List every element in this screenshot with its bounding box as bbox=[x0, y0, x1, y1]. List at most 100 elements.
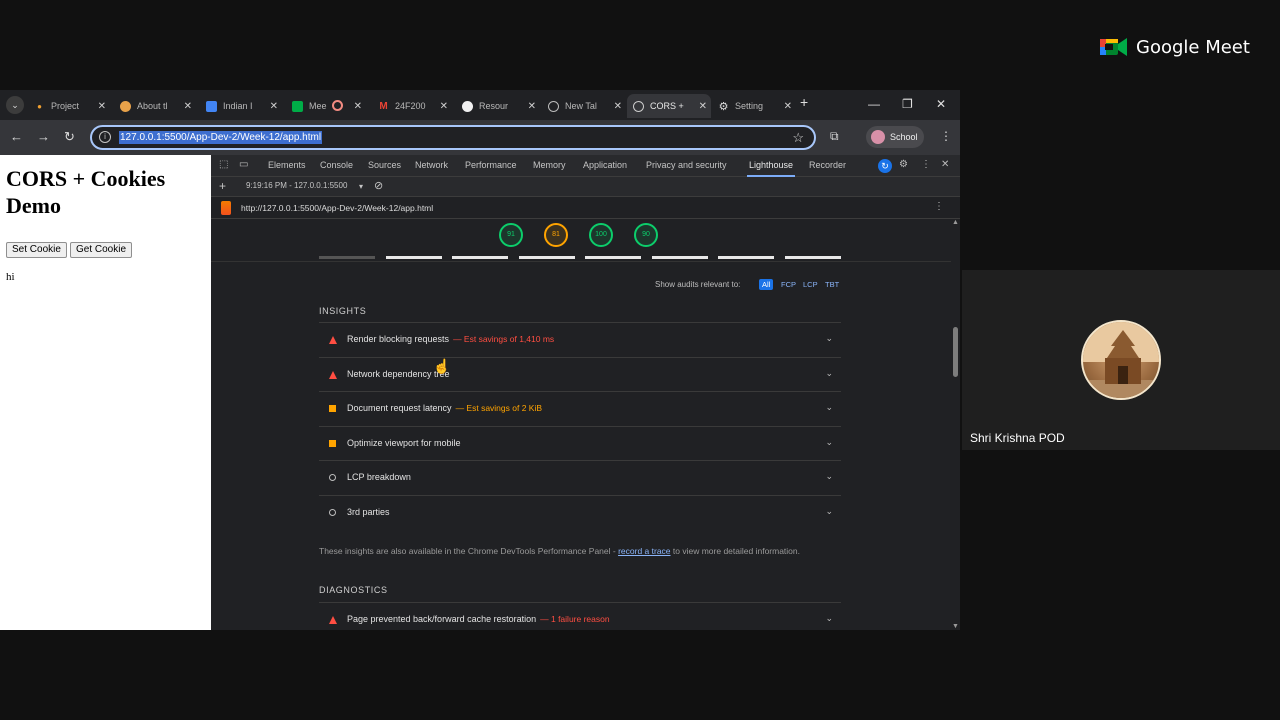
sync-icon[interactable]: ↻ bbox=[878, 159, 892, 173]
close-icon[interactable]: ✕ bbox=[614, 101, 622, 112]
score-gauge[interactable]: 81 bbox=[544, 223, 568, 247]
scrollbar-thumb[interactable] bbox=[953, 327, 958, 377]
close-icon[interactable]: ✕ bbox=[98, 101, 106, 112]
extensions-icon[interactable]: ⧉ bbox=[830, 129, 839, 144]
chevron-down-icon[interactable]: ⌄ bbox=[825, 368, 833, 379]
page-output-text: hi bbox=[6, 271, 15, 283]
chevron-down-icon[interactable]: ⌄ bbox=[825, 437, 833, 448]
tab-github[interactable]: Resour ✕ bbox=[456, 94, 540, 118]
emoji-icon bbox=[120, 100, 131, 112]
close-icon[interactable]: ✕ bbox=[270, 101, 278, 112]
audit-row[interactable]: Document request latency — Est savings of… bbox=[319, 391, 841, 425]
devtools-tab-application[interactable]: Application bbox=[583, 160, 627, 170]
tab-about[interactable]: About tl ✕ bbox=[114, 94, 196, 118]
avatar bbox=[871, 130, 885, 144]
clear-reports-icon[interactable]: ⊘ bbox=[374, 179, 383, 192]
close-icon[interactable]: ✕ bbox=[699, 101, 707, 112]
score-bar bbox=[652, 256, 708, 259]
bookmark-star-icon[interactable]: ☆ bbox=[792, 130, 804, 146]
back-icon[interactable]: ← bbox=[10, 129, 23, 144]
average-square-icon bbox=[329, 405, 336, 412]
address-bar[interactable]: i 127.0.0.1:5500/App-Dev-2/Week-12/app.h… bbox=[90, 125, 816, 150]
scroll-up-icon[interactable]: ▲ bbox=[952, 219, 959, 226]
chevron-down-icon[interactable]: ⌄ bbox=[825, 506, 833, 517]
report-selector[interactable]: 9:19:16 PM - 127.0.0.1:5500 bbox=[246, 181, 347, 190]
devtools-tab-memory[interactable]: Memory bbox=[533, 160, 566, 170]
audit-title: LCP breakdown bbox=[347, 472, 411, 482]
close-devtools-icon[interactable]: ✕ bbox=[941, 159, 949, 170]
devtools-tab-console[interactable]: Console bbox=[320, 160, 353, 170]
filter-chip-all[interactable]: All bbox=[759, 279, 774, 290]
close-icon[interactable]: ✕ bbox=[784, 101, 792, 112]
report-scrollbar[interactable]: ▲ ▼ bbox=[951, 219, 960, 630]
hand-cursor-icon: ☝ bbox=[433, 358, 451, 374]
new-tab-icon[interactable]: + bbox=[800, 94, 808, 110]
audit-row[interactable]: 3rd parties ⌄ bbox=[319, 494, 841, 529]
audit-row[interactable]: Render blocking requests — Est savings of… bbox=[319, 322, 841, 356]
participant-tile[interactable]: Shri Krishna POD bbox=[962, 270, 1280, 450]
audit-savings: — Est savings of 1,410 ms bbox=[453, 334, 555, 344]
chevron-down-icon[interactable]: ⌄ bbox=[825, 471, 833, 482]
device-toolbar-icon[interactable]: ▭ bbox=[239, 159, 248, 170]
tab-project[interactable]: ● Project ✕ bbox=[28, 94, 110, 118]
site-info-icon[interactable]: i bbox=[99, 131, 111, 143]
chevron-down-icon[interactable]: ⌄ bbox=[825, 333, 833, 344]
scroll-down-icon[interactable]: ▼ bbox=[952, 623, 959, 630]
tab-search-button[interactable]: ⌄ bbox=[6, 96, 24, 114]
meet-brand-text: Google Meet bbox=[1136, 36, 1250, 58]
audit-row[interactable]: Optimize viewport for mobile ⌄ bbox=[319, 425, 841, 460]
forward-icon[interactable]: → bbox=[37, 129, 50, 144]
new-report-icon[interactable]: + bbox=[219, 179, 226, 193]
profile-button[interactable]: School bbox=[866, 126, 924, 148]
report-menu-icon[interactable]: ⋮ bbox=[934, 201, 944, 212]
devtools-tab-lighthouse[interactable]: Lighthouse bbox=[746, 160, 796, 177]
close-icon[interactable]: ✕ bbox=[440, 101, 448, 112]
filter-chip-fcp[interactable]: FCP bbox=[778, 279, 799, 290]
chevron-down-icon[interactable]: ⌄ bbox=[825, 402, 833, 413]
url-text[interactable]: 127.0.0.1:5500/App-Dev-2/Week-12/app.htm… bbox=[119, 131, 323, 144]
score-gauge[interactable]: 100 bbox=[589, 223, 613, 247]
devtools-tab-network[interactable]: Network bbox=[415, 160, 448, 170]
close-icon[interactable]: ✕ bbox=[354, 101, 362, 112]
audit-row[interactable]: Page prevented back/forward cache restor… bbox=[319, 602, 841, 630]
tab-indian[interactable]: Indian I ✕ bbox=[200, 94, 282, 118]
devtools-tab-privacy[interactable]: Privacy and security bbox=[646, 160, 727, 170]
devtools-tab-sources[interactable]: Sources bbox=[368, 160, 401, 170]
audit-row[interactable]: Network dependency tree ⌄ bbox=[319, 356, 841, 391]
tab-cors[interactable]: CORS + ✕ bbox=[627, 94, 711, 118]
restore-icon[interactable]: ❐ bbox=[902, 97, 913, 111]
fail-triangle-icon bbox=[329, 336, 337, 344]
browser-menu-icon[interactable]: ⋮ bbox=[940, 129, 952, 143]
tab-meet[interactable]: Mee ✕ bbox=[286, 94, 366, 118]
score-gauge[interactable]: 91 bbox=[499, 223, 523, 247]
meet-icon bbox=[292, 100, 303, 112]
info-circle-icon bbox=[329, 474, 336, 481]
devtools-tab-elements[interactable]: Elements bbox=[268, 160, 306, 170]
lighthouse-icon bbox=[221, 201, 231, 215]
tab-settings[interactable]: ⚙ Setting ✕ bbox=[712, 94, 796, 118]
tab-new[interactable]: New Tal ✕ bbox=[542, 94, 626, 118]
minimize-icon[interactable]: — bbox=[868, 97, 880, 111]
filter-chip-tbt[interactable]: TBT bbox=[822, 279, 842, 290]
set-cookie-button[interactable]: Set Cookie bbox=[6, 242, 67, 258]
chevron-down-icon[interactable]: ▾ bbox=[359, 182, 363, 191]
get-cookie-button[interactable]: Get Cookie bbox=[70, 242, 133, 258]
record-trace-link[interactable]: record a trace bbox=[618, 546, 670, 556]
audit-row[interactable]: LCP breakdown ⌄ bbox=[319, 460, 841, 494]
close-icon[interactable]: ✕ bbox=[184, 101, 192, 112]
reload-icon[interactable]: ↻ bbox=[64, 129, 75, 145]
filter-chip-lcp[interactable]: LCP bbox=[800, 279, 821, 290]
devtools-tab-performance[interactable]: Performance bbox=[465, 160, 517, 170]
score-gauge[interactable]: 90 bbox=[634, 223, 658, 247]
chevron-down-icon[interactable]: ⌄ bbox=[825, 613, 833, 624]
tab-gmail[interactable]: M 24F200 ✕ bbox=[372, 94, 452, 118]
inspect-element-icon[interactable]: ⬚ bbox=[219, 159, 228, 170]
settings-gear-icon[interactable]: ⚙ bbox=[899, 159, 908, 170]
score-bar bbox=[386, 256, 442, 259]
report-url[interactable]: http://127.0.0.1:5500/App-Dev-2/Week-12/… bbox=[241, 203, 433, 213]
close-window-icon[interactable]: ✕ bbox=[936, 97, 946, 111]
more-options-icon[interactable]: ⋮ bbox=[921, 159, 931, 170]
close-icon[interactable]: ✕ bbox=[528, 101, 536, 112]
devtools-tab-recorder[interactable]: Recorder bbox=[809, 160, 846, 170]
audit-title-text: LCP breakdown bbox=[347, 472, 411, 482]
